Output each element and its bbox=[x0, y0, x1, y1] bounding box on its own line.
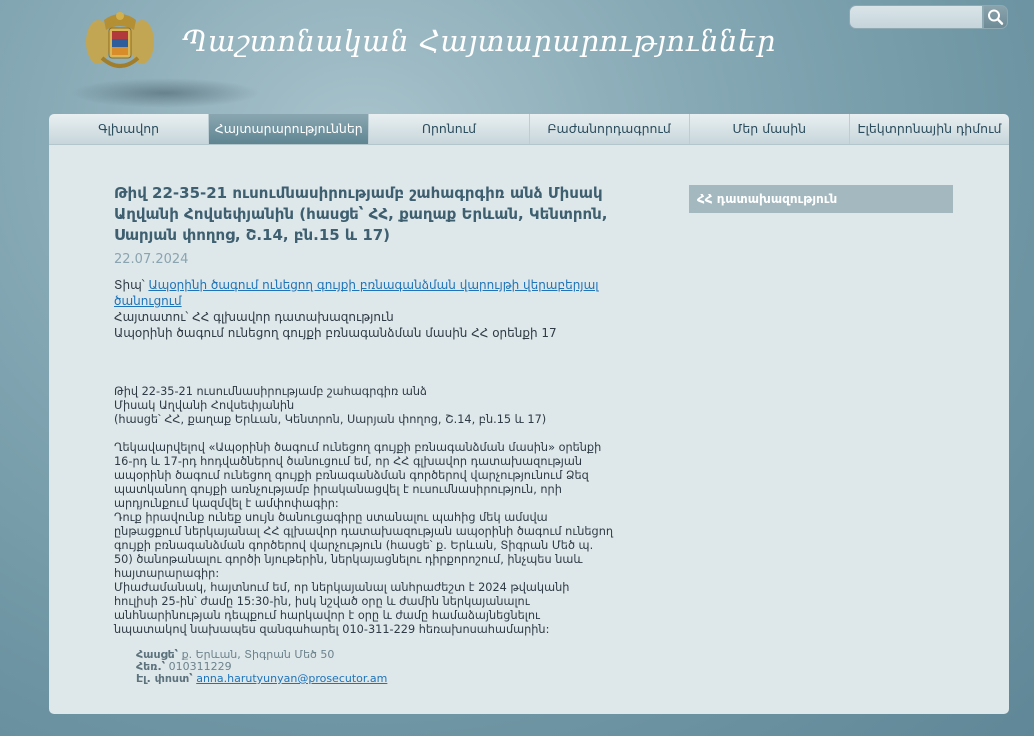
type-row: Տիպ՝ Ապօրինի ծագում ունեցող գույքի բռնագ… bbox=[114, 277, 614, 309]
type-label: Տիպ՝ bbox=[114, 278, 145, 292]
announcement-date: 22.07.2024 bbox=[114, 252, 189, 267]
announcement-title: Թիվ 22-35-21 ուսումնասիրությամբ շահագրգի… bbox=[114, 184, 608, 244]
addressee-block: Թիվ 22-35-21 ուսումնասիրությամբ շահագրգի… bbox=[114, 385, 547, 426]
nav-item-search[interactable]: Որոնում bbox=[369, 114, 530, 144]
search-icon bbox=[988, 9, 1004, 25]
law-reference: Ապօրինի ծագում ունեցող գույքի բռնագանձմա… bbox=[114, 326, 557, 340]
announcement-body: Ղեկավարվելով «Ապօրինի ծագում ունեցող գու… bbox=[114, 441, 614, 636]
content-panel: Թիվ 22-35-21 ուսումնասիրությամբ շահագրգի… bbox=[49, 145, 1009, 714]
contact-info: Հասցե՝ ք. Երևան, Տիգրան Մեծ 50 Հեռ.՝ 010… bbox=[136, 649, 614, 685]
search-button[interactable] bbox=[983, 5, 1008, 29]
nav-item-subscription[interactable]: Բաժանորդագրում bbox=[530, 114, 690, 144]
nav-item-about[interactable]: Մեր մասին bbox=[690, 114, 850, 144]
sidebar-prosecutor-link[interactable]: ՀՀ դատախազություն bbox=[689, 185, 953, 213]
contact-email: Էլ. փոստ՝ anna.harutyunyan@prosecutor.am bbox=[136, 673, 614, 685]
header: Պաշտոնական Հայտարարություններ bbox=[0, 0, 1034, 115]
site-title: Պաշտոնական Հայտարարություններ bbox=[182, 24, 776, 58]
main-nav: Գլխավոր Հայտարարություններ Որոնում Բաժան… bbox=[49, 114, 1009, 145]
announcer-row: Հայտատու՝ ՀՀ գլխավոր դատախազություն bbox=[114, 309, 614, 325]
announcer-value: ՀՀ գլխավոր դատախազություն bbox=[192, 310, 394, 324]
search-input[interactable] bbox=[849, 5, 983, 29]
email-label: Էլ. փոստ՝ bbox=[136, 672, 193, 685]
announcement: Թիվ 22-35-21 ուսումնասիրությամբ շահագրգի… bbox=[114, 183, 614, 685]
email-link[interactable]: anna.harutyunyan@prosecutor.am bbox=[196, 672, 387, 685]
search-box bbox=[849, 5, 1008, 29]
nav-item-e-application[interactable]: Էլեկտրոնային դիմում bbox=[850, 114, 1009, 144]
coat-of-arms-icon bbox=[86, 12, 154, 68]
emblem-shadow bbox=[70, 78, 260, 108]
nav-item-announcements[interactable]: Հայտարարություններ bbox=[209, 114, 370, 144]
nav-item-home[interactable]: Գլխավոր bbox=[49, 114, 210, 144]
announcement-meta: Տիպ՝ Ապօրինի ծագում ունեցող գույքի բռնագ… bbox=[114, 277, 614, 341]
type-link[interactable]: Ապօրինի ծագում ունեցող գույքի բռնագանձմա… bbox=[114, 278, 599, 308]
announcer-label: Հայտատու՝ bbox=[114, 310, 189, 324]
